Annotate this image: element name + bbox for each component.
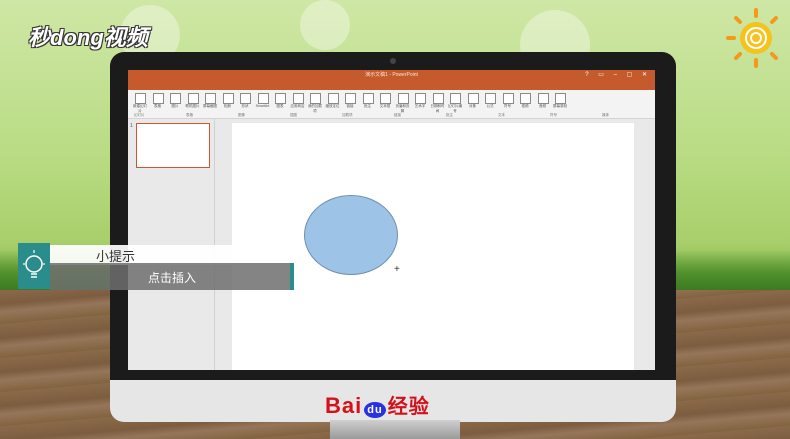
window-title: 演示文稿1 - PowerPoint	[365, 72, 418, 78]
ribbon-button-icon[interactable]	[362, 93, 374, 104]
ribbon-button-label: 屏幕录制	[553, 104, 567, 108]
powerpoint-window: 演示文稿1 - PowerPoint ? ▭ – ▢ ✕ 文件开始插入设计切换动…	[128, 70, 655, 370]
ribbon-group-label: 图像	[238, 113, 245, 117]
ribbon-group-label: 幻灯片	[134, 113, 145, 117]
ribbon-button-label: 我的加载项	[308, 104, 322, 113]
title-bar: 演示文稿1 - PowerPoint ? ▭ – ▢ ✕	[128, 70, 655, 82]
ribbon-group-label: 符号	[550, 113, 557, 117]
ribbon: 新建幻灯片 表格 图片 联机图片 屏幕截图 相册 形状 SmartArt 图表 应用商店 我的加载项…	[128, 90, 655, 119]
ribbon-group-label: 文本	[498, 113, 505, 117]
ribbon-tabs: 文件开始插入设计切换动画幻灯片放映审阅视图♀ 告诉我您想要做什么...	[128, 82, 655, 98]
ribbon-button-icon[interactable]	[345, 93, 356, 104]
ribbon-button-label: 相册	[224, 104, 231, 108]
ribbon-button-icon[interactable]	[257, 93, 269, 104]
ribbon-button-icon[interactable]	[450, 93, 461, 104]
ribbon-button-icon[interactable]	[187, 93, 199, 104]
ribbon-button-icon[interactable]	[520, 93, 531, 104]
ribbon-button-icon[interactable]	[222, 93, 234, 104]
ribbon-button-label: 屏幕截图	[203, 104, 217, 108]
ribbon-group-label: 媒体	[602, 113, 609, 117]
tip-banner: 小提示 点击插入	[18, 243, 294, 291]
ribbon-group-label: 链接	[394, 113, 401, 117]
slide-thumbnail[interactable]	[136, 123, 210, 168]
ribbon-button-label: 音频	[539, 104, 546, 108]
ribbon-button-icon[interactable]	[240, 93, 251, 104]
ribbon-button-label: SmartArt	[255, 104, 270, 108]
ribbon-button-label: 批注	[364, 104, 371, 108]
ribbon-button-icon[interactable]	[397, 93, 409, 104]
crosshair-cursor-icon: +	[394, 264, 400, 275]
ribbon-button-icon[interactable]	[502, 93, 514, 104]
ribbon-button-label: 缩放定位	[325, 104, 340, 108]
ribbon-button-label: 艺术字	[414, 104, 426, 108]
ribbon-button-icon[interactable]	[432, 93, 444, 104]
tip-title-strip	[50, 245, 260, 265]
ribbon-button-icon[interactable]	[152, 93, 164, 104]
ribbon-button-icon[interactable]	[537, 93, 549, 104]
ribbon-button-icon[interactable]	[467, 93, 479, 104]
lightbulb-icon	[18, 243, 50, 289]
ribbon-button-label: 应用商店	[290, 104, 305, 108]
ribbon-button-icon[interactable]	[170, 93, 181, 104]
slide-number: 1	[130, 123, 133, 129]
ribbon-button-label: 日期和时间	[430, 104, 445, 113]
tip-title: 小提示	[96, 249, 136, 264]
ribbon-button-label: 对象	[469, 104, 476, 108]
ribbon-button-label: 图片	[171, 104, 179, 108]
ribbon-button-icon[interactable]	[135, 93, 146, 104]
ellipse-shape[interactable]	[304, 195, 398, 275]
ribbon-button-icon[interactable]	[310, 93, 321, 104]
bokeh-light	[300, 0, 350, 50]
ribbon-button-label: 形状	[241, 104, 249, 108]
paw-icon: du	[364, 402, 386, 418]
ribbon-button-icon[interactable]	[380, 93, 391, 104]
ribbon-button-label: 符号	[504, 104, 511, 108]
ribbon-button-label: 文本框	[379, 104, 391, 108]
ribbon-button-label: 图表	[276, 104, 284, 108]
ribbon-button-label: 链接	[346, 104, 354, 108]
ribbon-button-label: 联机图片	[185, 104, 200, 108]
ribbon-group-label: 表格	[186, 113, 193, 117]
ribbon-button-icon[interactable]	[275, 93, 286, 104]
tip-text: 点击插入	[148, 271, 197, 285]
ribbon-button-icon[interactable]	[415, 93, 426, 104]
ribbon-button-label: 公式	[486, 104, 494, 108]
ribbon-group-label: 批注	[446, 113, 453, 117]
watermark-logo: 秒dong视频	[28, 25, 148, 50]
ribbon-button-icon[interactable]	[327, 93, 339, 104]
ribbon-group-label: 加载项	[342, 113, 353, 117]
ribbon-button-icon[interactable]	[292, 93, 304, 104]
ribbon-button-label: 表格	[154, 104, 161, 108]
ribbon-group-label: 插图	[290, 113, 297, 117]
ribbon-button-icon[interactable]	[485, 93, 496, 104]
ribbon-button-icon[interactable]	[555, 93, 566, 104]
window-controls[interactable]: ? ▭ – ▢ ✕	[585, 71, 651, 78]
baidu-jingyan-logo: Bai du 经验	[325, 393, 430, 418]
webcam	[390, 58, 396, 64]
monitor-stand	[330, 420, 460, 439]
ribbon-button-label: 视频	[521, 104, 529, 108]
ribbon-button-icon[interactable]	[205, 93, 216, 104]
sun-icon	[726, 8, 778, 68]
